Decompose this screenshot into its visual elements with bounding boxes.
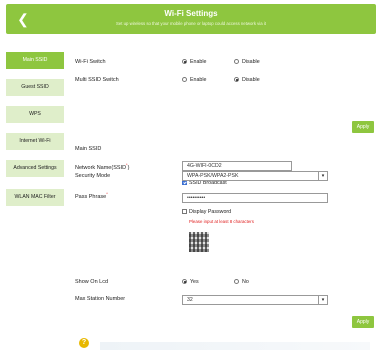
wifi-disable-radio[interactable] — [234, 59, 239, 64]
security-mode-value: WPA-PSK/WPA2-PSK — [187, 173, 239, 179]
wifi-enable-label: Enable — [190, 59, 207, 65]
multi-ssid-enable-radio[interactable] — [182, 77, 187, 82]
max-station-value: 32 — [187, 297, 193, 303]
sidebar-item-wlan-mac-filter[interactable]: WLAN MAC Filter — [6, 189, 64, 206]
wifi-enable-radio[interactable] — [182, 59, 187, 64]
network-name-input[interactable]: 4G-WIFI-0CD2 — [182, 161, 292, 171]
page-subtitle: Set up wireless so that your mobile phon… — [116, 21, 266, 26]
display-password-checkbox[interactable] — [182, 209, 187, 214]
network-name-label: Network Name(SSID*) — [75, 162, 129, 171]
multi-ssid-enable-label: Enable — [190, 77, 207, 83]
network-name-label-text: Network Name(SSID — [75, 164, 127, 171]
lcd-yes-radio[interactable] — [182, 279, 187, 284]
page-header: ❮ Wi-Fi Settings Set up wireless so that… — [6, 4, 376, 34]
network-name-label-suffix: ) — [127, 164, 130, 171]
sidebar-item-wps[interactable]: WPS — [6, 106, 64, 123]
password-hint: Please input at least 8 characters — [189, 219, 254, 224]
security-mode-label: Security Mode — [75, 173, 111, 179]
required-mark: * — [106, 191, 108, 196]
multi-ssid-disable-radio[interactable] — [234, 77, 239, 82]
page-title: Wi-Fi Settings — [164, 9, 218, 18]
pass-phrase-input[interactable]: •••••••••• — [182, 193, 328, 203]
display-password-label: Display Password — [189, 209, 232, 215]
pass-phrase-label-text: Pass Phrase — [75, 193, 107, 200]
show-on-lcd-label: Show On Lcd — [75, 279, 109, 285]
apply-button-top[interactable]: Apply — [352, 121, 374, 133]
sidebar-item-advanced-settings[interactable]: Advanced Settings — [6, 160, 64, 177]
max-station-select[interactable]: 32 ▾ — [182, 295, 328, 305]
help-icon[interactable]: ? — [79, 338, 89, 348]
chevron-down-icon: ▾ — [318, 172, 327, 180]
chevron-down-icon: ▾ — [318, 296, 327, 304]
pass-phrase-label: Pass Phrase* — [75, 191, 108, 200]
multi-ssid-disable-label: Disable — [242, 77, 260, 83]
sidebar-item-guest-ssid[interactable]: Guest SSID — [6, 79, 64, 96]
lcd-no-radio[interactable] — [234, 279, 239, 284]
lcd-no-label: No — [242, 279, 249, 285]
security-mode-select[interactable]: WPA-PSK/WPA2-PSK ▾ — [182, 171, 328, 181]
lcd-yes-label: Yes — [190, 279, 199, 285]
footer-bar — [100, 342, 370, 350]
wifi-disable-label: Disable — [242, 59, 260, 65]
apply-button-bottom[interactable]: Apply — [352, 316, 374, 328]
max-station-label: Max Station Number — [75, 296, 126, 302]
multi-ssid-label: Multi SSID Switch — [75, 77, 119, 83]
sidebar-item-main-ssid[interactable]: Main SSID — [6, 52, 64, 69]
section-title-main-ssid: Main SSID — [75, 146, 102, 152]
sidebar-item-internet-wifi[interactable]: Internet Wi-Fi — [6, 133, 64, 150]
wifi-switch-label: Wi-Fi Switch — [75, 59, 106, 65]
qr-code-image — [189, 232, 209, 252]
